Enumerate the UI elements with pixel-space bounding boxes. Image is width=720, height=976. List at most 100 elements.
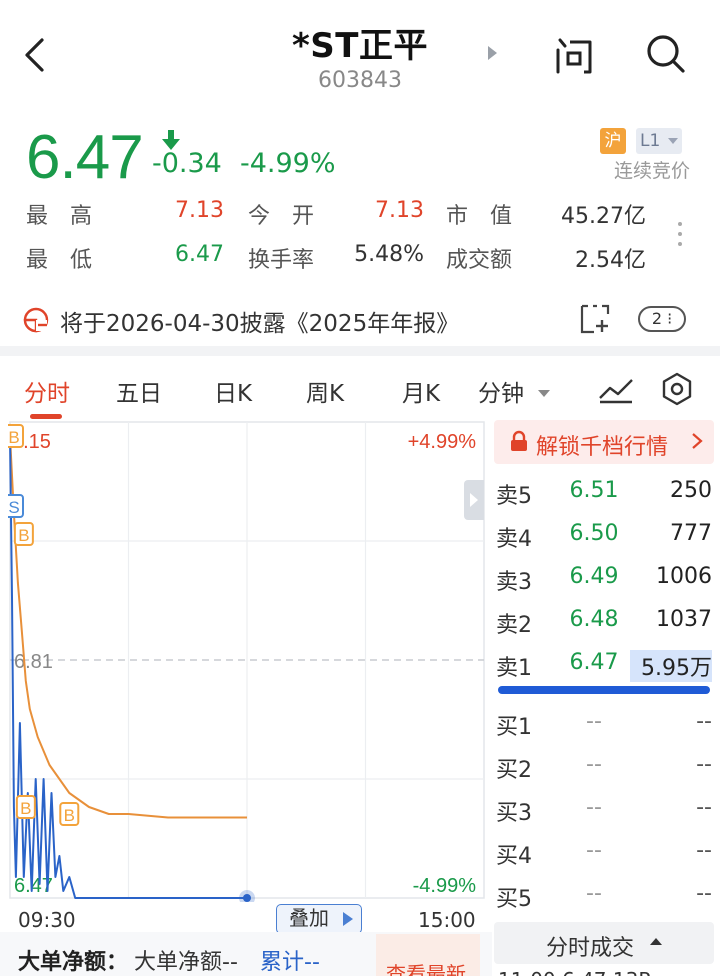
stat-value: 5.48% (354, 242, 424, 267)
last-price: 6.47 (26, 123, 144, 192)
ask-level-label: 卖1 (496, 656, 532, 681)
overlay-button[interactable]: 叠加 (276, 904, 362, 934)
stat-value: 7.13 (375, 198, 424, 223)
ask-volume: 5.95万 (630, 650, 712, 682)
ask-level-label: 卖2 (496, 613, 532, 638)
bid-ask-ratio-bar (498, 686, 710, 694)
ask-volume: 777 (670, 521, 712, 546)
bid-volume: -- (696, 838, 712, 863)
tab-five-day[interactable]: 五日 (116, 374, 162, 408)
chart-start-time: 09:30 (18, 908, 76, 932)
ask-price: 6.49 (569, 564, 619, 589)
bid-volume: -- (696, 709, 712, 734)
svg-text:S: S (8, 498, 19, 517)
report-icon (23, 307, 49, 333)
tab-weekly-k[interactable]: 周K (306, 374, 344, 408)
bid-level-label: 买5 (496, 887, 532, 912)
svg-text:B: B (8, 428, 19, 447)
mid-price-label: 6.81 (14, 651, 53, 673)
bid-volume: -- (696, 795, 712, 820)
buy-marker: B (8, 424, 24, 448)
cumulative-toggle[interactable]: 累计-- (260, 944, 320, 976)
expand-panel-tab[interactable] (464, 480, 484, 520)
stat-label: 换手率 (248, 248, 315, 273)
stat-label: 最 高 (26, 204, 93, 229)
chart-grid (9, 421, 485, 899)
level-badge-label: L1 (640, 131, 661, 151)
trades-tab-label: 分时成交 (546, 936, 635, 961)
latest-button-label: 查看最新 (386, 962, 466, 976)
last-point (243, 894, 251, 902)
unlock-depth-label: 解锁千档行情 (536, 435, 669, 460)
stat-value: 45.27亿 (561, 204, 646, 229)
stat-label: 今 开 (248, 204, 315, 229)
market-badge: 沪 (600, 128, 626, 154)
big-order-label: 大单净额： (18, 950, 129, 975)
ask-icon[interactable] (552, 36, 596, 76)
ask-price: 6.51 (569, 478, 619, 503)
ask-price: 6.50 (569, 521, 619, 546)
svg-text:B: B (20, 799, 31, 818)
price-change-pct: -4.99% (240, 148, 336, 179)
level-badge[interactable]: L1 (636, 128, 682, 154)
indicator-icon[interactable] (598, 376, 634, 404)
trade-row: 11:00 6.47 13R (498, 968, 652, 976)
pill-count: 2 (651, 309, 662, 328)
ask-volume: 1006 (656, 564, 712, 589)
tab-minute[interactable]: 分钟 (478, 374, 524, 408)
chevron-right-icon (692, 433, 703, 449)
bid-level-label: 买4 (496, 844, 532, 869)
stock-name: *ST正平 (292, 26, 428, 66)
buy-marker: B (13, 522, 34, 546)
ask-volume: 250 (670, 478, 712, 503)
top-pct-label: +4.99% (408, 431, 477, 453)
stat-value: 2.54亿 (575, 248, 646, 273)
more-notices-pill[interactable]: 2 ⁝ (638, 306, 686, 332)
settings-icon[interactable] (660, 372, 694, 406)
bid-price: -- (586, 709, 602, 734)
chart-end-time: 15:00 (418, 908, 476, 932)
section-divider (0, 346, 720, 356)
intraday-chart[interactable]: 7.15 +4.99% 6.81 6.47 -4.99% BSBB B (8, 420, 486, 902)
play-icon (343, 912, 353, 926)
search-icon[interactable] (644, 32, 688, 76)
sell-marker: S (8, 494, 24, 518)
tab-underline (30, 414, 62, 419)
chevron-down-icon[interactable] (538, 390, 550, 397)
bid-volume: -- (696, 881, 712, 906)
stock-code: 603843 (318, 68, 402, 93)
buy-marker: B (15, 795, 36, 819)
chevron-up-icon (650, 938, 662, 945)
stat-label: 成交额 (446, 248, 513, 273)
stat-label: 市 值 (446, 204, 513, 229)
buy-marker: B (59, 802, 80, 826)
bid-price: -- (586, 881, 602, 906)
trading-status: 连续竞价 (613, 160, 690, 182)
report-notice[interactable]: 将于2026-04-30披露《2025年年报》 (60, 304, 459, 338)
tab-daily-k[interactable]: 日K (214, 374, 252, 408)
bottom-pct-label: -4.99% (413, 875, 477, 897)
add-watchlist-icon[interactable] (580, 304, 610, 334)
ask-level-label: 卖5 (496, 484, 532, 509)
bid-price: -- (586, 838, 602, 863)
ask-price: 6.47 (569, 650, 619, 675)
price-change: -0.34 (152, 148, 222, 179)
stat-value: 6.47 (175, 242, 224, 267)
bid-volume: -- (696, 752, 712, 777)
ask-level-label: 卖3 (496, 570, 532, 595)
bid-price: -- (586, 752, 602, 777)
lock-icon (511, 430, 527, 451)
tab-monthly-k[interactable]: 月K (402, 374, 440, 408)
stat-label: 最 低 (26, 248, 93, 273)
chevron-down-icon (668, 138, 678, 144)
more-stats-icon[interactable] (678, 222, 684, 252)
stat-value: 7.13 (175, 198, 224, 223)
chevron-right-icon (470, 493, 478, 507)
tab-intraday[interactable]: 分时 (24, 374, 70, 408)
svg-text:B: B (64, 806, 75, 825)
ask-price: 6.48 (569, 607, 619, 632)
bid-level-label: 买1 (496, 715, 532, 740)
overlay-label: 叠加 (289, 906, 329, 930)
ask-level-label: 卖4 (496, 527, 532, 552)
switch-stock-icon[interactable] (488, 46, 497, 60)
